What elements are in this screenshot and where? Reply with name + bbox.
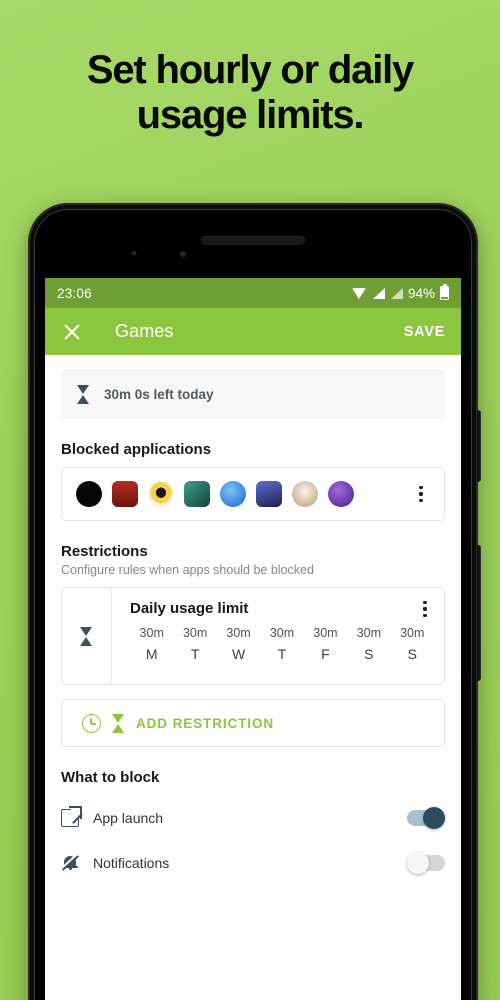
status-bar: 23:06 94% bbox=[45, 278, 461, 308]
restriction-more-vertical-icon[interactable] bbox=[416, 598, 434, 620]
page-headline: Set hourly or daily usage limits. bbox=[0, 48, 500, 138]
add-restriction-label: ADD RESTRICTION bbox=[136, 715, 274, 731]
restriction-title: Daily usage limit bbox=[130, 600, 249, 617]
phone-volume-button[interactable] bbox=[477, 410, 481, 482]
save-button[interactable]: SAVE bbox=[404, 324, 445, 340]
blocked-applications-more-vertical-icon[interactable] bbox=[412, 483, 430, 505]
add-restriction-button[interactable]: ADD RESTRICTION bbox=[61, 699, 445, 747]
day-value: 30m bbox=[356, 626, 382, 640]
day-label: T bbox=[277, 646, 287, 662]
day-value: 30m bbox=[226, 626, 251, 640]
battery-percent-label: 94% bbox=[407, 285, 435, 301]
app-icon-mmo[interactable] bbox=[184, 481, 210, 507]
notifications-toggle[interactable] bbox=[407, 851, 445, 874]
time-left-card: 30m 0s left today bbox=[61, 369, 445, 419]
hourglass-icon bbox=[77, 384, 90, 404]
app-bar: Games SAVE bbox=[45, 308, 461, 355]
notifications-label: Notifications bbox=[93, 854, 170, 871]
app-icon-5[interactable] bbox=[220, 481, 246, 507]
app-icon-exploding-kittens[interactable] bbox=[112, 481, 138, 507]
restriction-details: Daily usage limit 30m 30m 30m 30m 30m 30… bbox=[112, 588, 444, 684]
phone-sensor-dot bbox=[132, 251, 137, 256]
time-left-label: 30m 0s left today bbox=[104, 386, 214, 402]
app-icon-1[interactable] bbox=[76, 481, 102, 507]
screen-content: 30m 0s left today Blocked applications R… bbox=[45, 355, 461, 885]
day-value: 30m bbox=[139, 626, 164, 640]
wifi-icon bbox=[351, 287, 367, 299]
day-value: 30m bbox=[400, 626, 425, 640]
phone-mockup: 23:06 94% Games SAVE 30m 0s left today B… bbox=[28, 203, 481, 1000]
day-label: W bbox=[231, 646, 246, 662]
day-label: F bbox=[321, 646, 330, 662]
blocked-applications-row[interactable] bbox=[62, 468, 444, 520]
app-launch-label: App launch bbox=[93, 809, 164, 826]
blocked-applications-panel bbox=[61, 467, 445, 521]
what-to-block-title: What to block bbox=[61, 769, 160, 786]
clock-icon bbox=[82, 713, 101, 733]
status-bar-time: 23:06 bbox=[57, 285, 92, 301]
row-notifications[interactable]: Notifications bbox=[61, 840, 445, 885]
day-label: S bbox=[407, 646, 417, 662]
external-launch-icon bbox=[61, 804, 83, 827]
day-label: S bbox=[364, 646, 374, 662]
app-icon-list bbox=[76, 481, 354, 507]
daily-usage-limit-card[interactable]: Daily usage limit 30m 30m 30m 30m 30m 30… bbox=[61, 587, 445, 685]
restriction-icon-column bbox=[62, 588, 112, 684]
headline-line-1: Set hourly or daily bbox=[86, 48, 414, 92]
page-title: Games bbox=[115, 321, 174, 341]
day-label: T bbox=[190, 646, 200, 662]
phone-front-camera bbox=[180, 251, 187, 258]
app-icon-3[interactable] bbox=[148, 481, 174, 507]
app-icon-6[interactable] bbox=[256, 481, 282, 507]
signal-icon bbox=[372, 287, 385, 299]
bell-off-icon bbox=[61, 854, 80, 872]
battery-icon bbox=[440, 286, 449, 300]
blocked-applications-title: Blocked applications bbox=[61, 441, 212, 458]
phone-speaker-grille bbox=[200, 236, 306, 245]
day-value: 30m bbox=[269, 626, 295, 640]
app-icon-8[interactable] bbox=[328, 481, 354, 507]
day-value: 30m bbox=[182, 626, 208, 640]
signal-secondary-icon bbox=[390, 287, 403, 299]
restrictions-subtitle: Configure rules when apps should be bloc… bbox=[61, 563, 314, 577]
row-app-launch[interactable]: App launch bbox=[61, 795, 445, 840]
hourglass-icon bbox=[112, 713, 125, 733]
app-icon-7[interactable] bbox=[292, 481, 318, 507]
hourglass-icon bbox=[80, 626, 93, 646]
status-bar-icons: 94% bbox=[351, 285, 449, 301]
day-value: 30m bbox=[313, 626, 338, 640]
app-launch-toggle[interactable] bbox=[407, 806, 445, 829]
phone-screen: 23:06 94% Games SAVE 30m 0s left today B… bbox=[45, 278, 461, 1000]
day-values-row: 30m 30m 30m 30m 30m 30m 30m M T W T F S … bbox=[130, 626, 434, 662]
phone-power-button[interactable] bbox=[477, 545, 481, 681]
day-label: M bbox=[145, 646, 158, 662]
restrictions-title: Restrictions bbox=[61, 543, 148, 560]
close-icon[interactable] bbox=[61, 321, 83, 343]
headline-line-2: usage limits. bbox=[136, 92, 365, 137]
